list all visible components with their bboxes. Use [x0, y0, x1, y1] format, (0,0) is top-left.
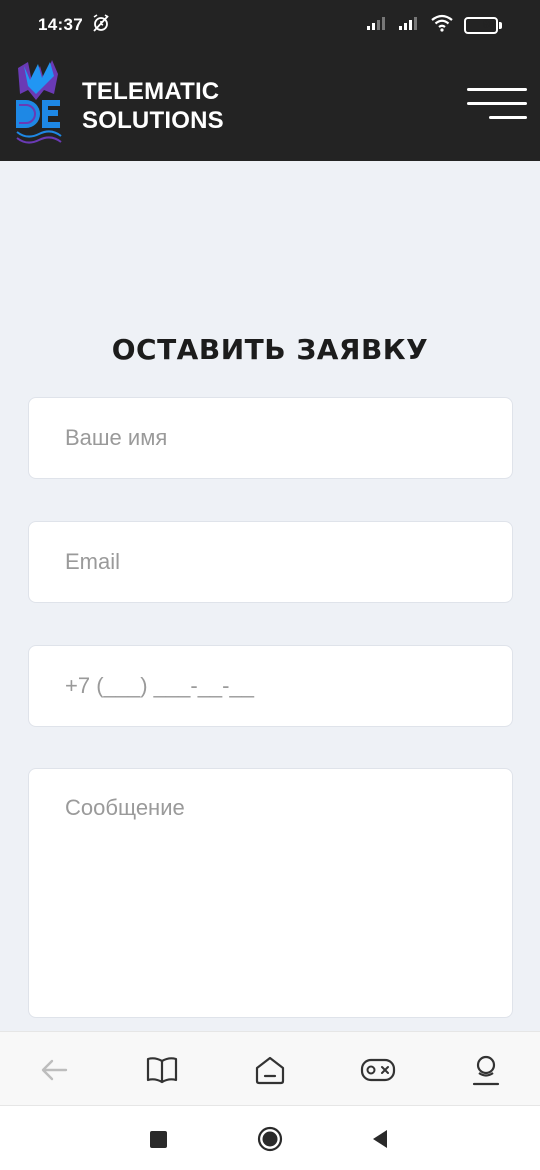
battery-icon: 88	[464, 16, 502, 34]
battery-level: 88	[482, 19, 495, 31]
home-circle-icon[interactable]	[257, 1126, 283, 1152]
home-icon[interactable]	[250, 1050, 290, 1090]
brand-line-2: SOLUTIONS	[82, 106, 224, 134]
telematic-logo	[14, 60, 64, 151]
email-input[interactable]	[28, 521, 513, 603]
form-title: ОСТАВИТЬ ЗАЯВКУ	[111, 333, 429, 366]
main-content: ОСТАВИТЬ ЗАЯВКУ	[0, 161, 540, 1031]
name-input[interactable]	[28, 397, 513, 479]
signal-icon	[398, 15, 420, 36]
message-textarea[interactable]	[28, 768, 513, 1018]
wifi-icon	[430, 14, 454, 37]
back-arrow-icon[interactable]	[34, 1050, 74, 1090]
browser-bottom-nav	[0, 1031, 540, 1106]
hamburger-menu-icon[interactable]	[467, 87, 527, 124]
phone-input[interactable]	[28, 645, 513, 727]
signal-icon	[366, 15, 388, 36]
status-bar: 14:37 88	[0, 0, 540, 50]
recents-square-icon[interactable]	[145, 1126, 171, 1152]
gamepad-icon[interactable]	[358, 1050, 398, 1090]
brand-line-1: TELEMATIC	[82, 77, 220, 105]
status-time: 14:37	[38, 15, 83, 34]
system-nav-bar	[0, 1106, 540, 1170]
brand-name: TELEMATIC SOLUTIONS	[82, 77, 224, 135]
status-left: 14:37	[38, 13, 111, 38]
back-triangle-icon[interactable]	[367, 1126, 393, 1152]
status-right: 88	[366, 14, 502, 37]
battery-body: 88	[464, 16, 498, 34]
alarm-off-icon	[91, 13, 111, 38]
profile-icon[interactable]	[466, 1050, 506, 1090]
book-icon[interactable]	[142, 1050, 182, 1090]
brand[interactable]: TELEMATIC SOLUTIONS	[14, 60, 224, 151]
site-header: TELEMATIC SOLUTIONS	[0, 50, 540, 161]
